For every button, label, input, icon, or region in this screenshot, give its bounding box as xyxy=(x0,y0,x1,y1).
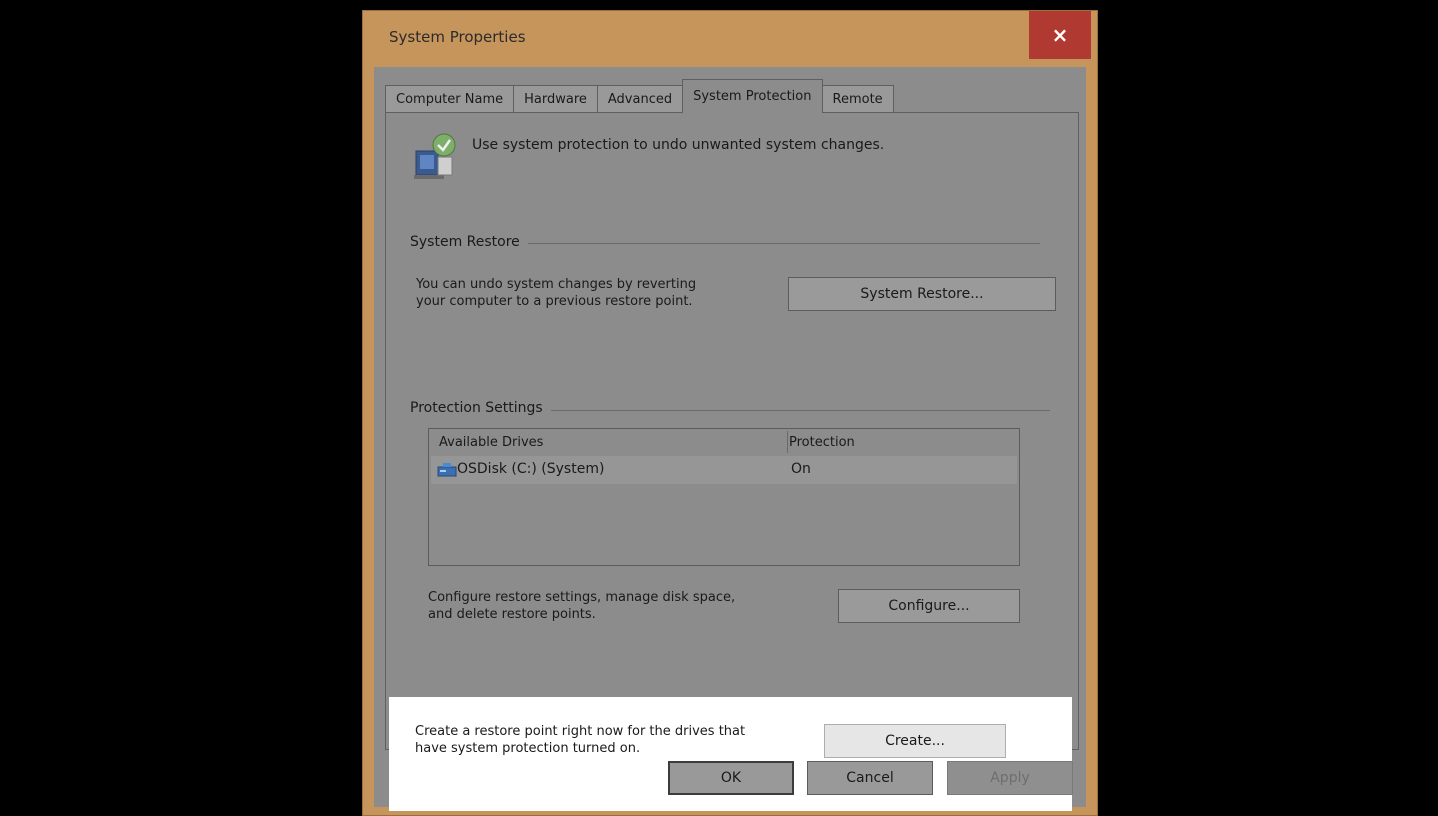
drive-protection-status: On xyxy=(791,461,811,477)
column-available-drives[interactable]: Available Drives xyxy=(431,429,787,455)
drives-list-header: Available Drives Protection xyxy=(429,429,1019,455)
table-row[interactable]: OSDisk (C:) (System) On xyxy=(431,456,1017,484)
window-title: System Properties xyxy=(389,28,526,46)
system-protection-icon xyxy=(414,133,456,179)
drives-list[interactable]: Available Drives Protection OSDisk (C:) … xyxy=(428,428,1020,566)
drive-name: OSDisk (C:) (System) xyxy=(457,461,605,477)
dialog-client-area: Computer Name Hardware Advanced System P… xyxy=(374,67,1086,811)
system-restore-button[interactable]: System Restore... xyxy=(788,277,1056,311)
system-protection-page: Use system protection to undo unwanted s… xyxy=(385,112,1079,750)
configure-desc-line-2: and delete restore points. xyxy=(428,607,596,622)
intro-text: Use system protection to undo unwanted s… xyxy=(472,137,885,153)
system-restore-desc-line-2: your computer to a previous restore poin… xyxy=(416,294,693,309)
tab-strip: Computer Name Hardware Advanced System P… xyxy=(385,79,894,113)
create-desc-line-1: Create a restore point right now for the… xyxy=(415,724,746,739)
title-bar[interactable]: System Properties × xyxy=(363,11,1097,67)
system-properties-window: System Properties × Computer Name Hardwa… xyxy=(362,10,1098,816)
column-protection[interactable]: Protection xyxy=(781,429,1011,455)
tab-advanced[interactable]: Advanced xyxy=(596,85,684,113)
configure-desc-line-1: Configure restore settings, manage disk … xyxy=(428,590,736,605)
close-button[interactable]: × xyxy=(1029,11,1091,59)
system-restore-group-label: System Restore xyxy=(410,234,528,250)
drive-icon xyxy=(437,463,457,477)
cancel-button[interactable]: Cancel xyxy=(807,761,933,795)
tab-computer-name[interactable]: Computer Name xyxy=(385,85,515,113)
close-icon: × xyxy=(1051,23,1069,47)
configure-description: Configure restore settings, manage disk … xyxy=(428,589,735,623)
create-desc-line-2: have system protection turned on. xyxy=(415,741,641,756)
create-description: Create a restore point right now for the… xyxy=(415,723,745,757)
configure-button[interactable]: Configure... xyxy=(838,589,1020,623)
tab-hardware[interactable]: Hardware xyxy=(513,85,598,113)
apply-button[interactable]: Apply xyxy=(947,761,1073,795)
system-restore-desc-line-1: You can undo system changes by reverting xyxy=(416,277,697,292)
system-restore-description: You can undo system changes by reverting… xyxy=(416,276,696,310)
screen: System Properties × Computer Name Hardwa… xyxy=(0,0,1438,816)
protection-settings-group-label: Protection Settings xyxy=(410,400,551,416)
ok-button[interactable]: OK xyxy=(668,761,794,795)
tab-remote[interactable]: Remote xyxy=(821,85,894,113)
tab-system-protection[interactable]: System Protection xyxy=(682,79,823,113)
create-button[interactable]: Create... xyxy=(824,724,1006,758)
